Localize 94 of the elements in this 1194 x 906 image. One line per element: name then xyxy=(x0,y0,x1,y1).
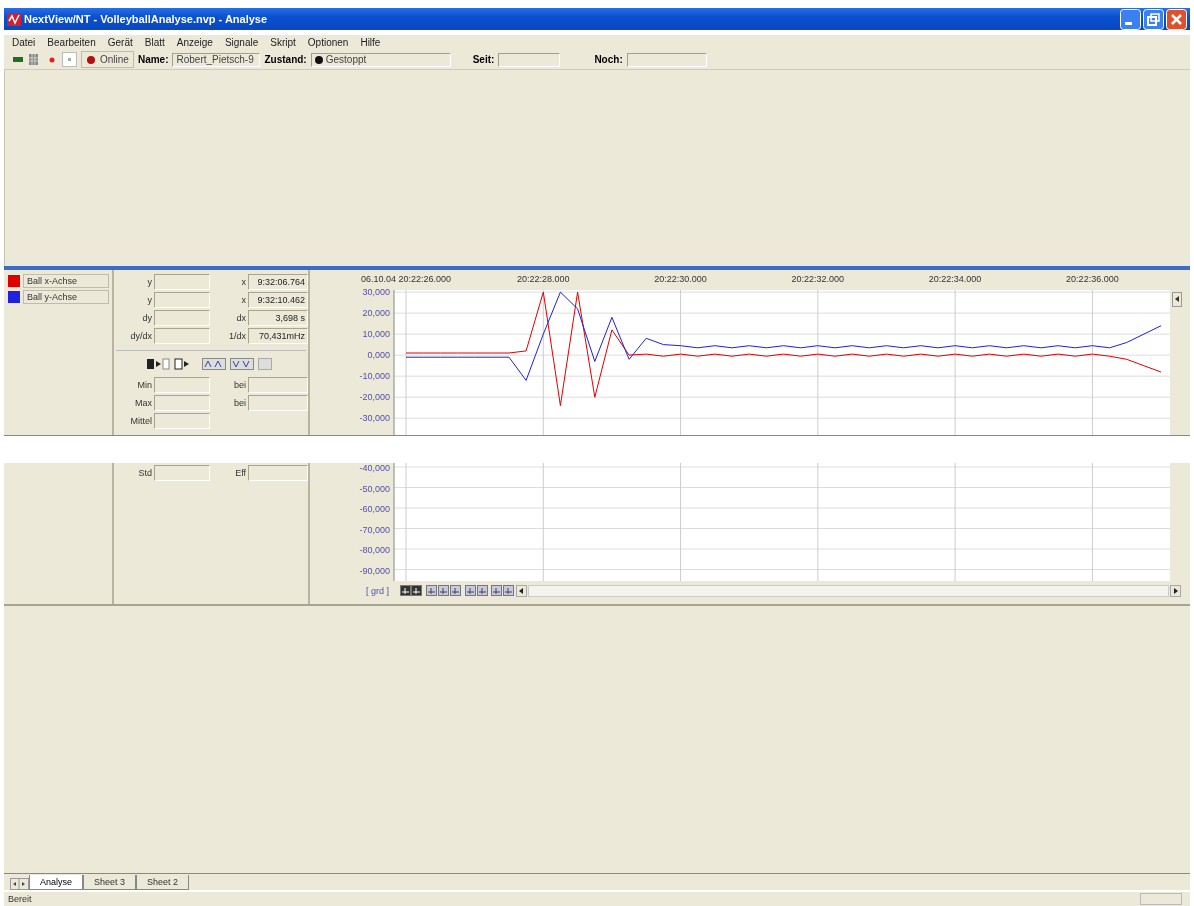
state-label: Zustand: xyxy=(264,54,307,65)
value-label: -40,000 xyxy=(359,463,390,473)
value-label: 0,000 xyxy=(367,350,390,361)
sheet-tab[interactable]: Analyse xyxy=(29,875,84,890)
time-label: 20:22:32.000 xyxy=(791,274,845,284)
field-label: bei xyxy=(233,398,247,408)
value-field[interactable] xyxy=(154,465,210,481)
scroll-right-icon[interactable] xyxy=(1170,585,1181,597)
time-label: 20:22:36.000 xyxy=(1066,274,1119,284)
status-dot-icon xyxy=(86,54,96,65)
minimize-button[interactable] xyxy=(1120,8,1141,30)
menu-item[interactable]: Bearbeiten xyxy=(47,37,96,48)
state-value: Gestoppt xyxy=(325,54,367,65)
scroll-left-icon[interactable] xyxy=(516,585,527,597)
value-field[interactable] xyxy=(154,413,210,429)
restore-button[interactable] xyxy=(1143,8,1164,30)
state-field[interactable]: Gestoppt xyxy=(310,52,451,67)
field-label: y xyxy=(146,277,153,287)
value-label: 10,000 xyxy=(362,329,390,340)
value-label: -80,000 xyxy=(359,545,390,555)
status-panel xyxy=(1140,893,1182,905)
remaining-label: Noch: xyxy=(594,54,623,65)
value-field[interactable] xyxy=(154,274,210,290)
peak-search-icon[interactable] xyxy=(202,357,226,371)
time-label: 20:22:30.000 xyxy=(654,274,707,284)
value-label: -90,000 xyxy=(359,565,390,576)
field-label: y xyxy=(146,295,153,305)
time-label: 20:22:34.000 xyxy=(928,274,982,284)
field-label: Eff xyxy=(234,468,247,478)
value-label: -10,000 xyxy=(359,371,390,382)
value-field[interactable] xyxy=(154,292,210,308)
field-label: x xyxy=(240,277,247,287)
value-field[interactable] xyxy=(248,395,308,411)
menu-item[interactable]: Skript xyxy=(270,37,296,48)
value-label: 30,000 xyxy=(362,287,390,298)
field-label: Mittel xyxy=(129,416,153,426)
value-field[interactable]: 9:32:06.764 xyxy=(248,274,308,290)
channel-name[interactable]: Ball x-Achse xyxy=(23,274,109,288)
menu-item[interactable]: Gerät xyxy=(107,37,133,48)
field-label: Max xyxy=(134,398,153,408)
value-field[interactable] xyxy=(154,310,210,326)
cursor-step-icon[interactable] xyxy=(146,357,170,371)
blank-button[interactable] xyxy=(258,357,272,371)
time-label: 20:22:28.000 xyxy=(517,274,570,284)
zoom-icon[interactable] xyxy=(411,585,422,596)
value-field[interactable]: 9:32:10.462 xyxy=(248,292,308,308)
field-label: dy xyxy=(141,313,153,323)
value-field[interactable] xyxy=(248,465,308,481)
value-label: -50,000 xyxy=(359,483,390,494)
value-label: -30,000 xyxy=(359,413,390,424)
field-label: 1/dx xyxy=(228,331,247,341)
value-label: -70,000 xyxy=(359,524,390,535)
value-field[interactable] xyxy=(154,377,210,393)
tab-scroll-icon[interactable] xyxy=(10,878,29,890)
channel-name[interactable]: Ball y-Achse xyxy=(23,290,109,304)
value-field[interactable] xyxy=(154,328,210,344)
small-square-icon[interactable] xyxy=(62,52,77,67)
peak-search-icon[interactable] xyxy=(230,357,254,371)
value-field[interactable]: 70,431mHz xyxy=(248,328,308,344)
field-label: x xyxy=(240,295,247,305)
app-icon xyxy=(7,11,21,27)
menu-item[interactable]: Optionen xyxy=(307,37,349,48)
status-text: Bereit xyxy=(8,894,32,904)
since-label: Seit: xyxy=(472,54,495,65)
name-label: Name: xyxy=(137,54,169,65)
field-label: Std xyxy=(137,468,153,478)
state-dot-icon xyxy=(314,55,323,64)
value-field[interactable]: 3,698 s xyxy=(248,310,308,326)
close-button[interactable] xyxy=(1166,8,1187,30)
value-label: -60,000 xyxy=(359,504,390,514)
menu-item[interactable]: Anzeige xyxy=(176,37,213,48)
window-title: NextView/NT - VolleyballAnalyse.nvp - Analyse xyxy=(24,13,269,25)
zoom-icon[interactable] xyxy=(400,585,411,596)
grid-icon[interactable] xyxy=(28,52,40,67)
remaining-field[interactable] xyxy=(626,52,707,67)
value-field[interactable] xyxy=(248,377,308,393)
field-label: dy/dx xyxy=(129,331,153,341)
menu-item[interactable]: Signale xyxy=(224,37,259,48)
mode-label: Online xyxy=(100,54,129,65)
value-field[interactable] xyxy=(154,395,210,411)
menu-item[interactable]: Hilfe xyxy=(360,37,381,48)
field-label: dx xyxy=(235,313,247,323)
menu-item[interactable]: Datei xyxy=(12,37,36,48)
time-label: 06.10.04 20:22:26.000 xyxy=(360,274,452,284)
name-field[interactable]: Robert_Pietsch-9 xyxy=(172,52,261,67)
value-label: -20,000 xyxy=(359,392,390,403)
sheet-tab[interactable]: Sheet 3 xyxy=(83,875,137,890)
value-label: 20,000 xyxy=(362,308,390,319)
field-label: Min xyxy=(136,380,153,390)
sheet-tab[interactable]: Sheet 2 xyxy=(136,875,190,890)
menu-item[interactable]: Blatt xyxy=(144,37,165,48)
grid-toggle[interactable]: [ grd ] xyxy=(366,586,389,596)
since-field[interactable] xyxy=(498,52,561,67)
field-label: bei xyxy=(233,380,247,390)
